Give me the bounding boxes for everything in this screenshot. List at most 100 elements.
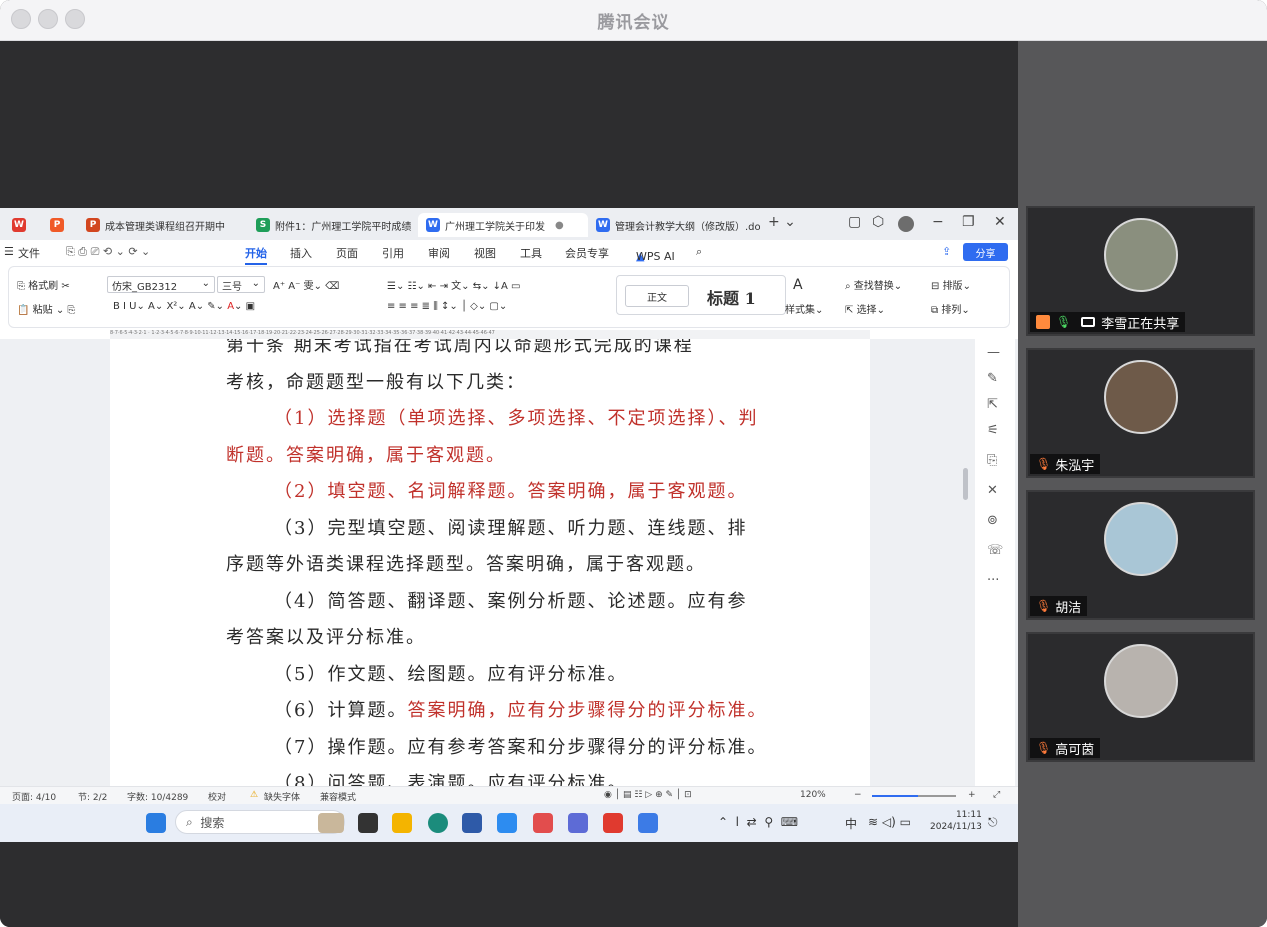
menu-tab-tools[interactable]: 工具 [520,245,542,261]
zoom-in-icon[interactable]: + [968,790,976,800]
view-mode-icons[interactable]: ◉ │ ▤ ☷ ▷ ⊕ ✎ │ ⊡ [604,790,692,800]
paragraph-tools[interactable]: ≡ ≡ ≡ ≣ ⫼ ↕⌄ │ ◇⌄ ▢⌄ [387,301,507,312]
window-layout-icon[interactable]: ▢ [848,214,861,230]
wps-taskbar-icon[interactable] [603,813,623,833]
windows-start-icon[interactable] [146,813,166,833]
style-gallery[interactable]: 正文 标题 1 [616,275,786,315]
close-icon[interactable]: ✕ [994,214,1006,230]
pointer-icon[interactable]: ⇱ [987,397,998,412]
document-line[interactable]: （5）作文题、绘图题。应有评分标准。 [274,660,627,686]
menu-icon[interactable]: ☰ [4,245,14,258]
tray-icons[interactable]: ⌃ ⅼ ⇄ ⚲ ⌨ [718,815,798,829]
document-line[interactable]: （3）完型填空题、阅读理解题、听力题、连线题、排 [274,514,747,540]
typeset-button[interactable]: ⊟ 排版⌄ [931,277,971,292]
document-line[interactable]: （1）选择题（单项选择、多项选择、不定项选择）、判 [274,404,758,430]
zoom-out-icon[interactable]: − [854,790,862,800]
text-format-tools[interactable]: B I U⌄ A⌄ X²⌄ A⌄ ✎⌄ A⌄ ▣ [113,301,255,312]
menu-tab-review[interactable]: 审阅 [428,245,450,261]
participant-tile[interactable]: 🎙 高可茵 [1026,632,1255,762]
menu-tab-home[interactable]: 开始 [245,245,267,265]
file-explorer-icon[interactable] [392,813,412,833]
mail-icon[interactable] [533,813,553,833]
style-heading-1[interactable]: 标题 1 [707,285,756,309]
share-button[interactable]: 分享 [963,243,1008,261]
tab-document[interactable]: S 附件1：广州理工学院平时成绩 [256,213,412,237]
search-icon[interactable]: ⌕ [696,245,702,259]
tab-document[interactable]: W 管理会计教学大纲（修改版）.do [596,213,760,237]
document-line[interactable]: （4）简答题、翻译题、案例分析题、论述题。应有参 [274,587,747,613]
document-page[interactable]: 第十条 期末考试指在考试周内以命题形式完成的课程考核，命题题型一般有以下几类： （… [110,339,870,786]
document-line[interactable]: （8）问答题、表演题。应有评分标准。 [274,769,627,786]
document-line[interactable]: 断题。答案明确，属于客观题。 [226,441,506,467]
ime-indicator[interactable]: 中 [845,815,857,832]
notification-icon[interactable]: ⎋ [988,815,998,830]
system-clock[interactable]: 11:11 2024/11/13 [930,809,982,833]
tab-close-icon[interactable]: ● [555,220,564,231]
translate-icon[interactable]: ⎘ [987,453,997,468]
select-button[interactable]: ⇱ 选择⌄ [845,301,885,316]
collapse-icon[interactable]: — [987,345,1000,360]
new-tab-icon[interactable]: + ⌄ [768,214,796,230]
tab-wps-home[interactable]: W [12,213,31,237]
list-tools[interactable]: ☰⌄ ☷⌄ ⇤ ⇥ 文⌄ ⇆⌄ ↓A ▭ [387,277,521,292]
zoom-level[interactable]: 120% [800,790,826,800]
vertical-scrollbar[interactable] [963,468,968,500]
store-icon[interactable] [462,813,482,833]
pen-icon[interactable]: ✎ [987,371,998,386]
tools-icon[interactable]: ✕ [987,483,998,498]
network-volume-battery-icons[interactable]: ≋ ◁) ▭ [868,815,911,829]
font-size-tools[interactable]: A⁺ A⁻ 雯⌄ ⌫ [273,277,339,292]
task-view-icon[interactable] [358,813,378,833]
format-painter-button[interactable]: ⎘ 格式刷 ✂ [17,277,70,292]
menu-tab-page[interactable]: 页面 [336,245,358,261]
find-replace-button[interactable]: ⌕ 查找替换⌄ [845,277,902,292]
menu-tab-insert[interactable]: 插入 [290,245,312,261]
document-line[interactable]: 考核，命题题型一般有以下几类： [226,368,526,394]
tab-document-active[interactable]: W 广州理工学院关于印发 ● [418,213,588,237]
horizontal-ruler[interactable]: 8·7·6·5·4·3·2·1 · 1·2·3·4·5·6·7·8·9·10·1… [110,330,870,339]
minimize-icon[interactable]: − [932,214,944,230]
help-icon[interactable]: ⊚ [987,513,998,528]
more-icon[interactable]: ··· [987,573,999,588]
style-set-button[interactable]: 样式集⌄ [785,301,823,316]
photos-icon[interactable] [638,813,658,833]
section-indicator[interactable]: 节: 2/2 [78,790,107,803]
cloud-upload-icon[interactable]: ⇪ [942,245,951,258]
menu-tab-references[interactable]: 引用 [382,245,404,261]
missing-font-button[interactable]: 缺失字体 [264,790,300,803]
user-avatar[interactable] [898,216,914,232]
word-count[interactable]: 字数: 10/4289 [127,790,188,803]
style-set-icon[interactable]: A [793,277,803,293]
document-line[interactable]: （6）计算题。答案明确，应有分步骤得分的评分标准。 [274,696,767,722]
font-size-select[interactable]: 三号 ⌄ [217,276,265,293]
document-line[interactable]: （2）填空题、名词解释题。答案明确，属于客观题。 [274,477,747,503]
fullscreen-icon[interactable]: ⤢ [993,790,1000,800]
page-indicator[interactable]: 页面: 4/10 [12,790,56,803]
paste-button[interactable]: 📋 粘贴 ⌄ ⎘ [17,301,75,316]
participant-tile[interactable]: 🎙 朱泓宇 [1026,348,1255,478]
proofread-button[interactable]: 校对 [208,790,226,803]
participant-tile[interactable]: 🎙 胡洁 [1026,490,1255,620]
document-line[interactable]: 考答案以及评分标准。 [226,623,426,649]
document-line[interactable]: 序题等外语类课程选择题型。答案明确，属于客观题。 [226,550,706,576]
chart-app-icon[interactable] [568,813,588,833]
style-normal[interactable]: 正文 [625,285,689,307]
participant-tile[interactable]: 🎙 李雪正在共享 [1026,206,1255,336]
restore-icon[interactable]: ❐ [962,214,975,230]
menu-tab-member[interactable]: 会员专享 [565,245,609,261]
zoom-slider[interactable] [872,795,956,797]
cube-icon[interactable]: ⬡ [872,214,884,230]
font-name-select[interactable]: 仿宋_GB2312 ⌄ [107,276,215,293]
feedback-icon[interactable]: ☏ [987,543,1003,558]
adjust-icon[interactable]: ⚟ [987,423,999,438]
tab-document[interactable]: P 成本管理类课程组召开期中 [86,213,234,237]
document-line[interactable]: 第十条 期末考试指在考试周内以命题形式完成的课程 [226,339,694,357]
menu-tab-view[interactable]: 视图 [474,245,496,261]
arrange-button[interactable]: ⧉ 排列⌄ [931,301,970,316]
edge-browser-icon[interactable] [428,813,448,833]
meeting-app-icon[interactable] [497,813,517,833]
tab-pdf[interactable]: P [50,213,69,237]
document-line[interactable]: （7）操作题。应有参考答案和分步骤得分的评分标准。 [274,733,767,759]
menu-file[interactable]: 文件 [18,245,40,261]
quick-access-toolbar[interactable]: ⎘ ⎙ ⎚ ⟲ ⌄ ⟳ ⌄ [66,245,150,259]
